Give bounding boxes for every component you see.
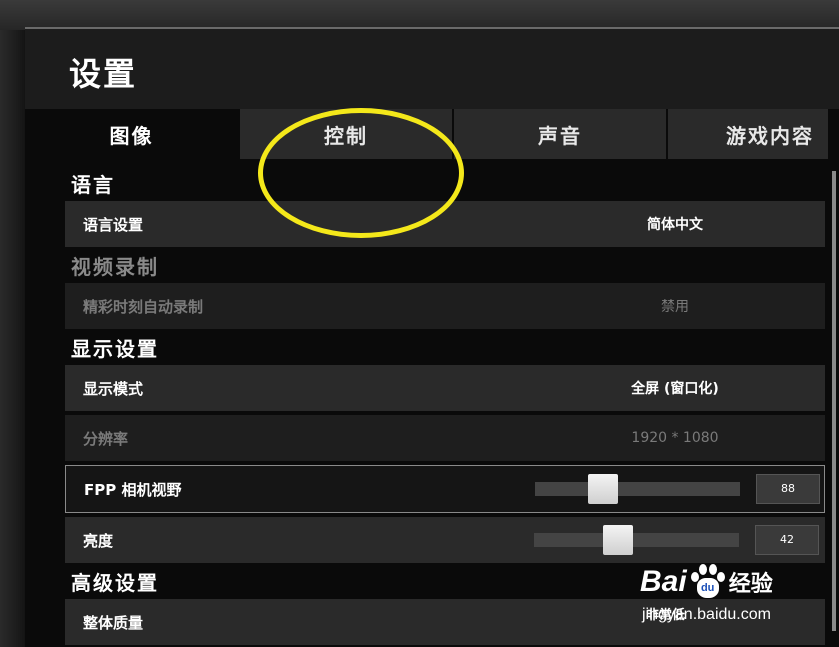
- setting-label: 精彩时刻自动录制: [83, 297, 204, 316]
- page-title: 设置: [69, 55, 138, 93]
- setting-row-brightness[interactable]: 亮度 42: [65, 517, 825, 563]
- setting-row-language[interactable]: 语言设置 简体中文: [65, 201, 825, 247]
- setting-label: 亮度: [83, 531, 114, 550]
- setting-row-overall-quality[interactable]: 整体质量: [65, 599, 825, 645]
- settings-header: 设置: [25, 29, 839, 109]
- section-title-language: 语言: [71, 173, 115, 197]
- section-title-display: 显示设置: [71, 337, 159, 361]
- setting-value: 1920 * 1080: [631, 430, 719, 446]
- section-title-advanced: 高级设置: [71, 571, 159, 595]
- section-title-video-record: 视频录制: [71, 255, 159, 279]
- setting-label: 分辨率: [83, 429, 129, 448]
- settings-panel: 设置 图像 控制 声音 游戏内容 语言 语言设置 简体中文 视频录制 精彩时刻自…: [25, 29, 839, 647]
- tab-controls[interactable]: 控制: [240, 109, 452, 159]
- tab-graphics[interactable]: 图像: [25, 109, 238, 159]
- setting-label: FPP 相机视野: [84, 480, 182, 499]
- brightness-slider-thumb[interactable]: [603, 525, 634, 555]
- setting-value[interactable]: 简体中文: [625, 214, 725, 234]
- scrollbar[interactable]: [832, 171, 836, 631]
- setting-value[interactable]: 全屏 (窗口化): [625, 378, 725, 398]
- fov-slider-thumb[interactable]: [587, 474, 618, 504]
- tab-bar: 图像 控制 声音 游戏内容: [25, 109, 839, 159]
- setting-value-overall-quality[interactable]: 非常低: [646, 604, 685, 623]
- setting-value: 禁用: [661, 299, 689, 315]
- fov-value-box[interactable]: 88: [756, 474, 820, 504]
- brightness-slider-track[interactable]: [534, 525, 739, 555]
- setting-row-resolution: 分辨率 1920 * 1080: [65, 415, 825, 461]
- background-left: [0, 0, 25, 647]
- settings-content: 语言 语言设置 简体中文 视频录制 精彩时刻自动录制 禁用 显示设置 显示模式 …: [65, 169, 825, 647]
- brightness-value-box[interactable]: 42: [755, 525, 819, 555]
- setting-row-highlight-record: 精彩时刻自动录制 禁用: [65, 283, 825, 329]
- tab-sound[interactable]: 声音: [454, 109, 666, 159]
- background-top: [0, 0, 839, 30]
- setting-row-fpp-fov[interactable]: FPP 相机视野 88: [65, 465, 825, 513]
- setting-row-display-mode[interactable]: 显示模式 全屏 (窗口化): [65, 365, 825, 411]
- setting-label: 语言设置: [83, 215, 144, 234]
- setting-label: 整体质量: [83, 613, 144, 632]
- fov-slider-track[interactable]: [535, 474, 740, 504]
- tab-gameplay[interactable]: 游戏内容: [668, 109, 828, 159]
- setting-label: 显示模式: [83, 379, 144, 398]
